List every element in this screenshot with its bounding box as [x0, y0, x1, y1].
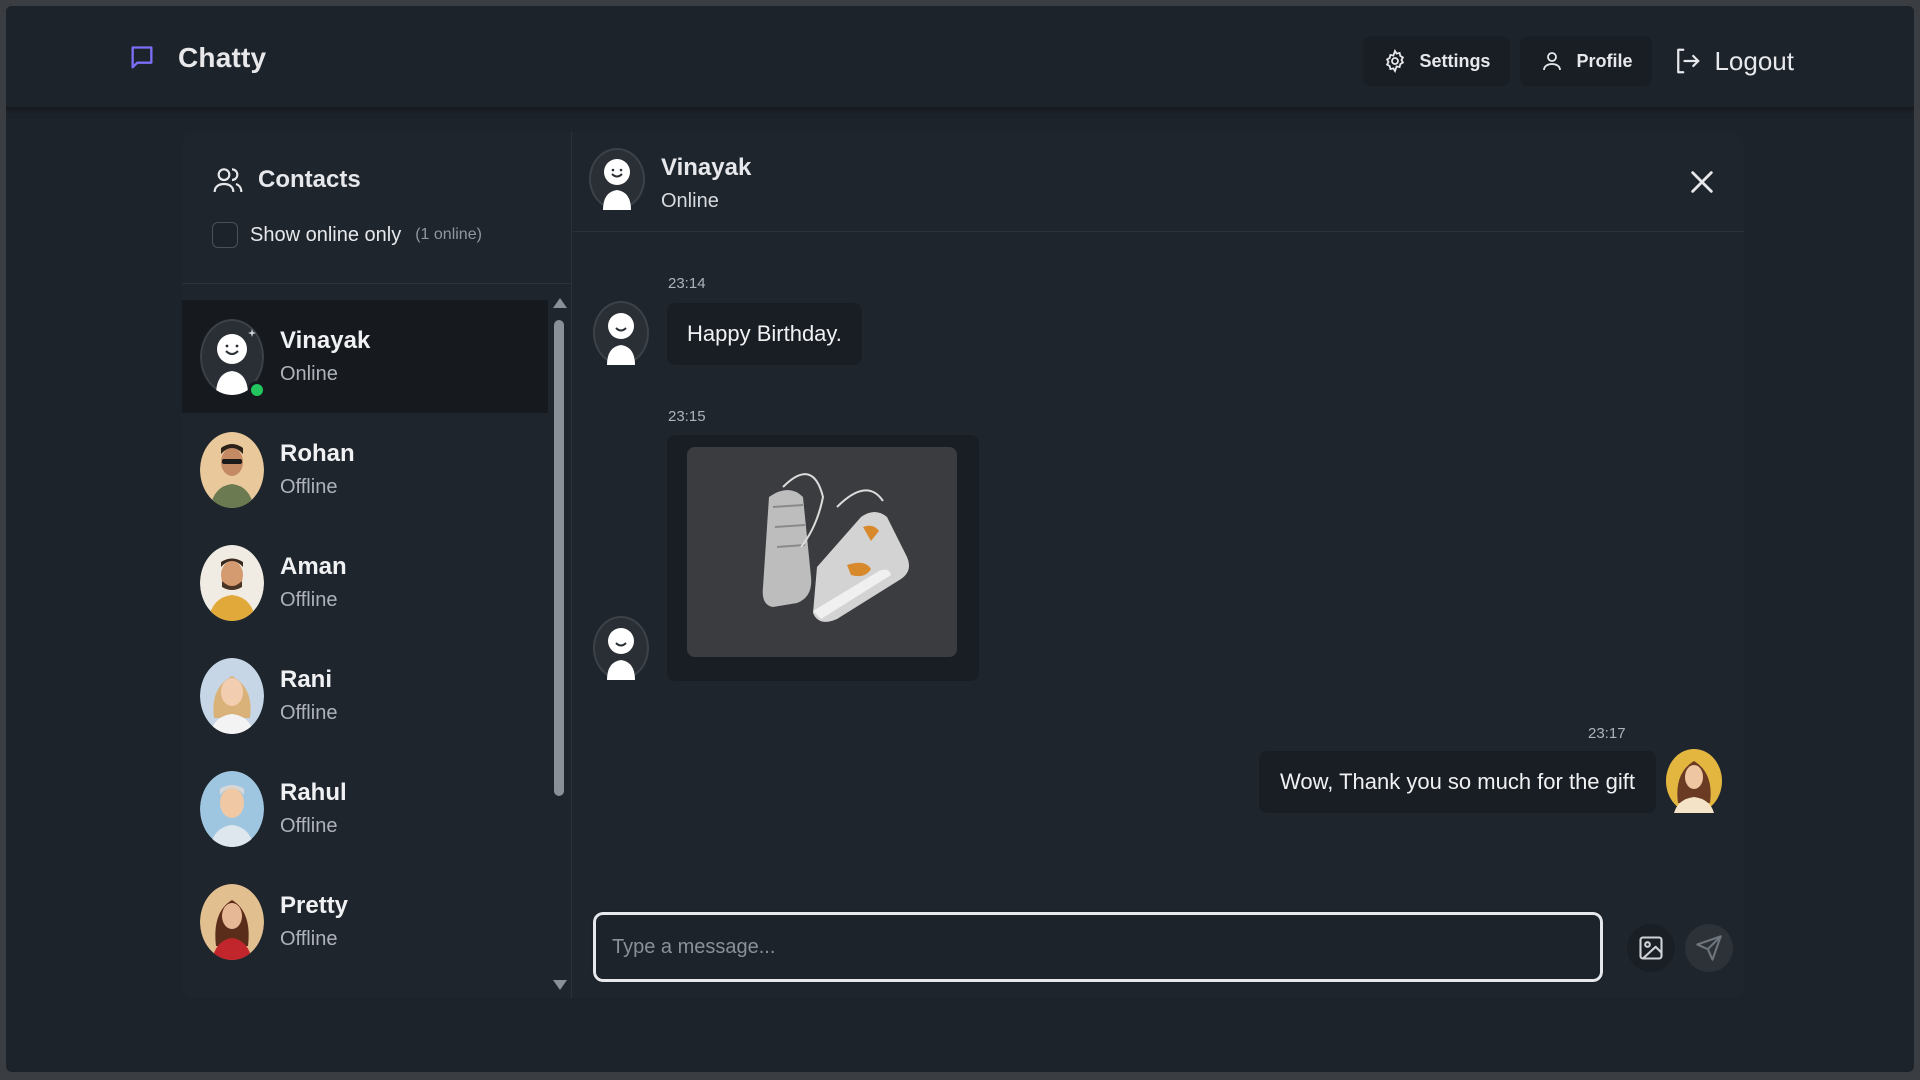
profile-button[interactable]: Profile: [1520, 36, 1653, 86]
send-button[interactable]: [1685, 924, 1733, 972]
avatar: [200, 770, 264, 847]
avatar: [200, 544, 264, 621]
chat-container: Contacts Show online only (1 online) Vin…: [182, 132, 1744, 998]
avatar: [200, 431, 264, 508]
profile-label: Profile: [1576, 50, 1633, 71]
image-icon: [1639, 936, 1663, 960]
app-window: Chatty Settings Profile Logout Contacts …: [6, 6, 1914, 1072]
message-bubble: Happy Birthday.: [667, 303, 862, 365]
contact-info: Vinayak Online: [280, 327, 370, 386]
logout-label: Logout: [1714, 45, 1794, 76]
sneakers-photo: [687, 447, 957, 657]
gear-icon: [1386, 49, 1405, 73]
settings-button[interactable]: Settings: [1363, 36, 1511, 86]
contact-item-rahul[interactable]: Rahul Offline: [182, 752, 548, 865]
message-input[interactable]: [591, 910, 1605, 984]
attach-image-button[interactable]: [1627, 924, 1675, 972]
message-square-icon: [131, 46, 153, 69]
chat-panel: Vinayak Online 23:14 Happy Birthday. 23:…: [573, 132, 1744, 998]
contact-item-vinayak[interactable]: Vinayak Online: [182, 300, 548, 413]
show-online-label[interactable]: Show online only: [250, 224, 401, 247]
contacts-title-label: Contacts: [258, 166, 361, 193]
avatar-photo: [200, 883, 264, 960]
contact-info: Rani Offline: [280, 666, 337, 725]
chat-contact-status: Online: [661, 190, 719, 212]
contact-name: Rani: [280, 666, 333, 693]
avatar-photo: [200, 544, 264, 621]
contact-info: Rahul Offline: [280, 779, 347, 838]
contact-info: Pretty Offline: [280, 892, 348, 951]
sneakers-image[interactable]: [687, 447, 957, 657]
chat-header: Vinayak Online: [573, 132, 1744, 232]
scroll-thumb[interactable]: [554, 320, 564, 796]
contacts-scrollbar[interactable]: [550, 296, 568, 994]
brand-name: Chatty: [178, 42, 267, 73]
message-time: 23:17: [1588, 725, 1626, 742]
contact-name: Rohan: [280, 440, 355, 467]
show-online-checkbox[interactable]: [212, 222, 238, 248]
contact-name: Rahul: [280, 779, 347, 806]
user-icon: [1543, 52, 1562, 71]
message-time: 23:14: [668, 275, 706, 292]
logout-icon: [1677, 48, 1700, 74]
contact-name: Aman: [280, 553, 347, 580]
contact-status: Offline: [280, 702, 338, 724]
contact-item-rani[interactable]: Rani Offline: [182, 639, 548, 752]
default-avatar-icon: [593, 616, 649, 680]
avatar-photo: [200, 770, 264, 847]
message-bubble: Wow, Thank you so much for the gift: [1258, 751, 1656, 813]
close-icon[interactable]: [1688, 168, 1716, 196]
chat-contact-name: Vinayak: [661, 154, 752, 181]
sidebar-header: Contacts Show online only (1 online): [182, 132, 571, 284]
message-text: Happy Birthday.: [687, 321, 842, 346]
nav-actions: Settings Profile Logout: [1363, 36, 1804, 86]
default-avatar-icon: [593, 301, 649, 365]
contact-info: Aman Offline: [280, 553, 347, 612]
message-time: 23:15: [668, 408, 706, 425]
avatar: [200, 318, 266, 399]
avatar: [200, 657, 264, 734]
contact-info: Rohan Offline: [280, 440, 355, 499]
message-composer: [591, 910, 1733, 984]
logout-button[interactable]: Logout: [1662, 36, 1804, 86]
contact-item-pretty[interactable]: Pretty Offline: [182, 865, 548, 978]
top-navbar: Chatty Settings Profile Logout: [6, 6, 1914, 108]
contact-name: Vinayak: [280, 327, 371, 354]
contact-item-rohan[interactable]: Rohan Offline: [182, 413, 548, 526]
scroll-up-arrow-icon[interactable]: [553, 298, 567, 308]
contact-status: Offline: [280, 589, 338, 611]
contact-status: Offline: [280, 928, 338, 950]
send-icon: [1696, 935, 1722, 961]
brand[interactable]: Chatty: [128, 42, 266, 74]
avatar-photo: [200, 431, 264, 508]
users-icon: [213, 168, 243, 193]
avatar-photo: [200, 657, 264, 734]
contact-list: Vinayak Online Rohan Offline Aman Offlin…: [182, 300, 548, 998]
online-filter: Show online only (1 online): [212, 222, 482, 248]
my-avatar: [1666, 749, 1722, 813]
avatar: [200, 883, 264, 960]
message-text: Wow, Thank you so much for the gift: [1279, 769, 1635, 794]
message-bubble: [667, 435, 979, 681]
contact-status: Online: [280, 363, 338, 385]
contacts-sidebar: Contacts Show online only (1 online) Vin…: [182, 132, 572, 998]
contact-name: Pretty: [280, 892, 349, 919]
contacts-title: Contacts: [212, 164, 361, 196]
default-avatar-icon: [589, 148, 645, 210]
contact-status: Offline: [280, 476, 338, 498]
contact-item-aman[interactable]: Aman Offline: [182, 526, 548, 639]
contact-status: Offline: [280, 815, 338, 837]
settings-label: Settings: [1419, 50, 1491, 71]
scroll-down-arrow-icon[interactable]: [553, 980, 567, 990]
online-indicator: [248, 380, 266, 399]
online-count: (1 online): [415, 226, 482, 243]
